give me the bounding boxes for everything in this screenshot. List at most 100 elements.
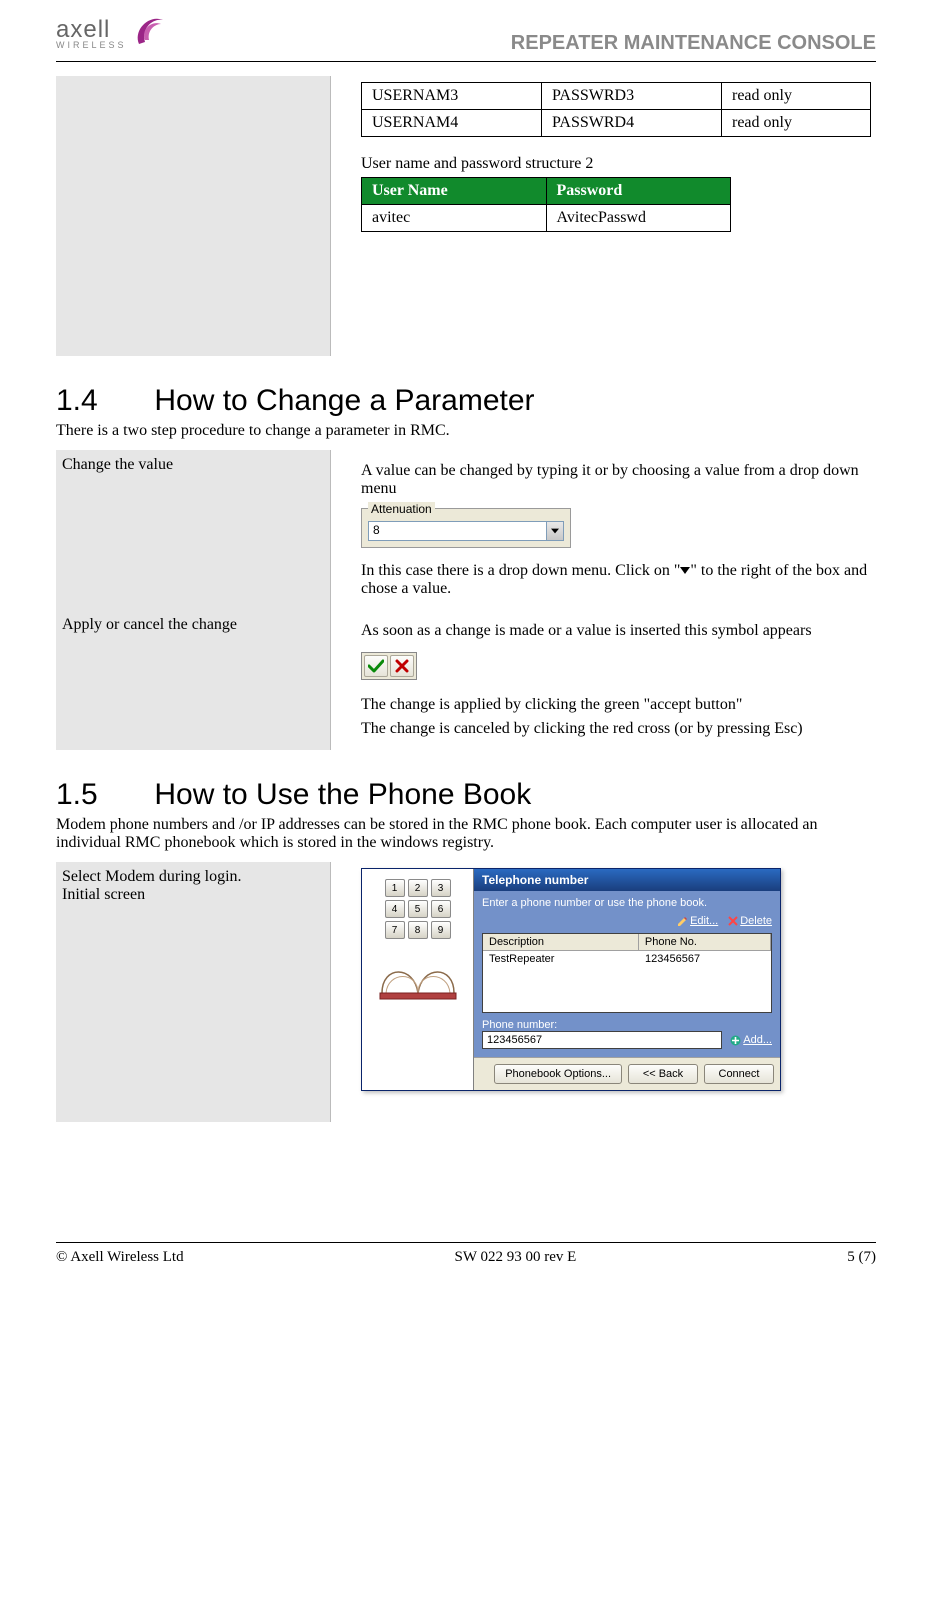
table-header-row: User Name Password <box>362 178 731 205</box>
change-value-left: Change the value <box>56 450 331 610</box>
cred-user: USERNAM3 <box>362 83 542 110</box>
attenuation-widget: Attenuation 8 <box>361 508 571 548</box>
dialog-main: Telephone number Enter a phone number or… <box>474 869 780 1090</box>
cancel-icon-button[interactable] <box>390 655 414 677</box>
page-footer: © Axell Wireless Ltd SW 022 93 00 rev E … <box>56 1242 876 1266</box>
cred-block-right: USERNAM3 PASSWRD3 read only USERNAM4 PAS… <box>331 76 876 356</box>
keypad-key: 2 <box>408 879 428 897</box>
dialog-hint: Enter a phone number or use the phone bo… <box>482 897 772 909</box>
delete-link[interactable]: Delete <box>728 915 772 927</box>
change-value-p2: In this case there is a drop down menu. … <box>361 562 876 598</box>
table-row: USERNAM4 PASSWRD4 read only <box>362 110 871 137</box>
delete-link-label: Delete <box>740 915 772 927</box>
close-icon <box>395 659 409 673</box>
col-description: Description <box>483 934 639 950</box>
phonebook-list[interactable]: Description Phone No. TestRepeater 12345… <box>482 933 772 1013</box>
keypad-key: 8 <box>408 921 428 939</box>
cred-block-left <box>56 76 331 356</box>
keypad-icon: 1 2 3 4 5 6 7 8 9 <box>385 879 451 939</box>
back-button[interactable]: << Back <box>628 1064 698 1084</box>
phonebook-right: 1 2 3 4 5 6 7 8 9 <box>331 862 876 1122</box>
add-link-label: Add... <box>743 1034 772 1046</box>
dialog-sidebar: 1 2 3 4 5 6 7 8 9 <box>362 869 474 1090</box>
keypad-key: 3 <box>431 879 451 897</box>
attenuation-label: Attenuation <box>368 502 435 516</box>
change-value-right: A value can be changed by typing it or b… <box>331 450 876 610</box>
dialog-button-row: Phonebook Options... << Back Connect <box>474 1057 780 1090</box>
p2-part-a: In this case there is a drop down menu. … <box>361 562 680 579</box>
dialog-inner: Enter a phone number or use the phone bo… <box>474 891 780 1057</box>
dialog-body: 1 2 3 4 5 6 7 8 9 <box>362 869 780 1090</box>
col-user: User Name <box>362 178 547 205</box>
add-link[interactable]: Add... <box>730 1034 772 1046</box>
attenuation-dropdown-button[interactable] <box>546 521 564 541</box>
logo-sub-text: WIRELESS <box>56 40 127 50</box>
phonebook-icon <box>378 945 458 1001</box>
attenuation-combo[interactable]: 8 <box>368 521 564 541</box>
keypad-key: 5 <box>408 900 428 918</box>
apply-cancel-p3: The change is canceled by clicking the r… <box>361 720 876 738</box>
apply-cancel-row: Apply or cancel the change As soon as a … <box>56 610 876 750</box>
section-1-4-intro: There is a two step procedure to change … <box>56 422 876 440</box>
phonebook-left-line1: Select Modem during login. <box>62 868 320 886</box>
keypad-key: 4 <box>385 900 405 918</box>
phonebook-left-line2: Initial screen <box>62 886 320 904</box>
cred-pass: PASSWRD4 <box>542 110 722 137</box>
apply-cancel-right: As soon as a change is made or a value i… <box>331 610 876 750</box>
keypad-key: 1 <box>385 879 405 897</box>
row-phone: 123456567 <box>639 951 771 967</box>
col-pass: Password <box>546 178 731 205</box>
dialog-toolbar: Edit... Delete <box>482 915 772 927</box>
plus-icon <box>730 1035 741 1046</box>
phonebook-options-button[interactable]: Phonebook Options... <box>494 1064 622 1084</box>
chevron-down-icon <box>680 562 690 579</box>
phone-number-block: Phone number: 123456567 Add... <box>482 1019 772 1049</box>
cred-perm: read only <box>722 83 871 110</box>
page-title: REPEATER MAINTENANCE CONSOLE <box>511 32 876 55</box>
dialog-title: Telephone number <box>474 869 780 891</box>
pencil-icon <box>677 916 688 927</box>
footer-right: 5 (7) <box>847 1249 876 1266</box>
cred-user: USERNAM4 <box>362 110 542 137</box>
page: axell WIRELESS REPEATER MAINTENANCE CONS… <box>0 0 932 1286</box>
struct2-table: User Name Password avitec AvitecPasswd <box>361 177 731 232</box>
phone-number-input[interactable]: 123456567 <box>482 1031 722 1049</box>
chevron-down-icon <box>551 528 559 534</box>
apply-cancel-p2: The change is applied by clicking the gr… <box>361 696 876 714</box>
accept-cancel-widget <box>361 652 417 680</box>
struct2-caption: User name and password structure 2 <box>361 155 876 173</box>
phone-number-row: 123456567 Add... <box>482 1031 772 1049</box>
row-description: TestRepeater <box>483 951 639 967</box>
connect-button[interactable]: Connect <box>704 1064 774 1084</box>
keypad-key: 9 <box>431 921 451 939</box>
cred-block: USERNAM3 PASSWRD3 read only USERNAM4 PAS… <box>56 76 876 356</box>
list-item[interactable]: TestRepeater 123456567 <box>483 951 771 967</box>
col-phone: Phone No. <box>639 934 771 950</box>
section-1-4-heading: 1.4 How to Change a Parameter <box>56 384 876 418</box>
logo-swirl-icon <box>131 10 171 55</box>
section-title: How to Change a Parameter <box>154 384 534 417</box>
logo: axell WIRELESS <box>56 10 171 55</box>
close-icon <box>728 916 738 926</box>
change-value-p1: A value can be changed by typing it or b… <box>361 462 876 498</box>
accept-button[interactable] <box>364 655 388 677</box>
footer-left: © Axell Wireless Ltd <box>56 1249 184 1266</box>
apply-cancel-p1: As soon as a change is made or a value i… <box>361 622 876 640</box>
footer-center: SW 022 93 00 rev E <box>455 1249 577 1266</box>
table-row: USERNAM3 PASSWRD3 read only <box>362 83 871 110</box>
change-value-row: Change the value A value can be changed … <box>56 450 876 610</box>
attenuation-value[interactable]: 8 <box>368 521 546 541</box>
checkmark-icon <box>368 659 384 673</box>
list-header: Description Phone No. <box>483 934 771 951</box>
section-num: 1.5 <box>56 778 146 812</box>
page-header: axell WIRELESS REPEATER MAINTENANCE CONS… <box>56 10 876 62</box>
section-title: How to Use the Phone Book <box>154 778 531 811</box>
keypad-key: 6 <box>431 900 451 918</box>
credentials-table: USERNAM3 PASSWRD3 read only USERNAM4 PAS… <box>361 82 871 137</box>
cred-pass: PASSWRD3 <box>542 83 722 110</box>
struct2-user: avitec <box>362 205 547 232</box>
edit-link[interactable]: Edit... <box>677 915 718 927</box>
phonebook-row: Select Modem during login. Initial scree… <box>56 862 876 1122</box>
section-num: 1.4 <box>56 384 146 418</box>
phonebook-left: Select Modem during login. Initial scree… <box>56 862 331 1122</box>
